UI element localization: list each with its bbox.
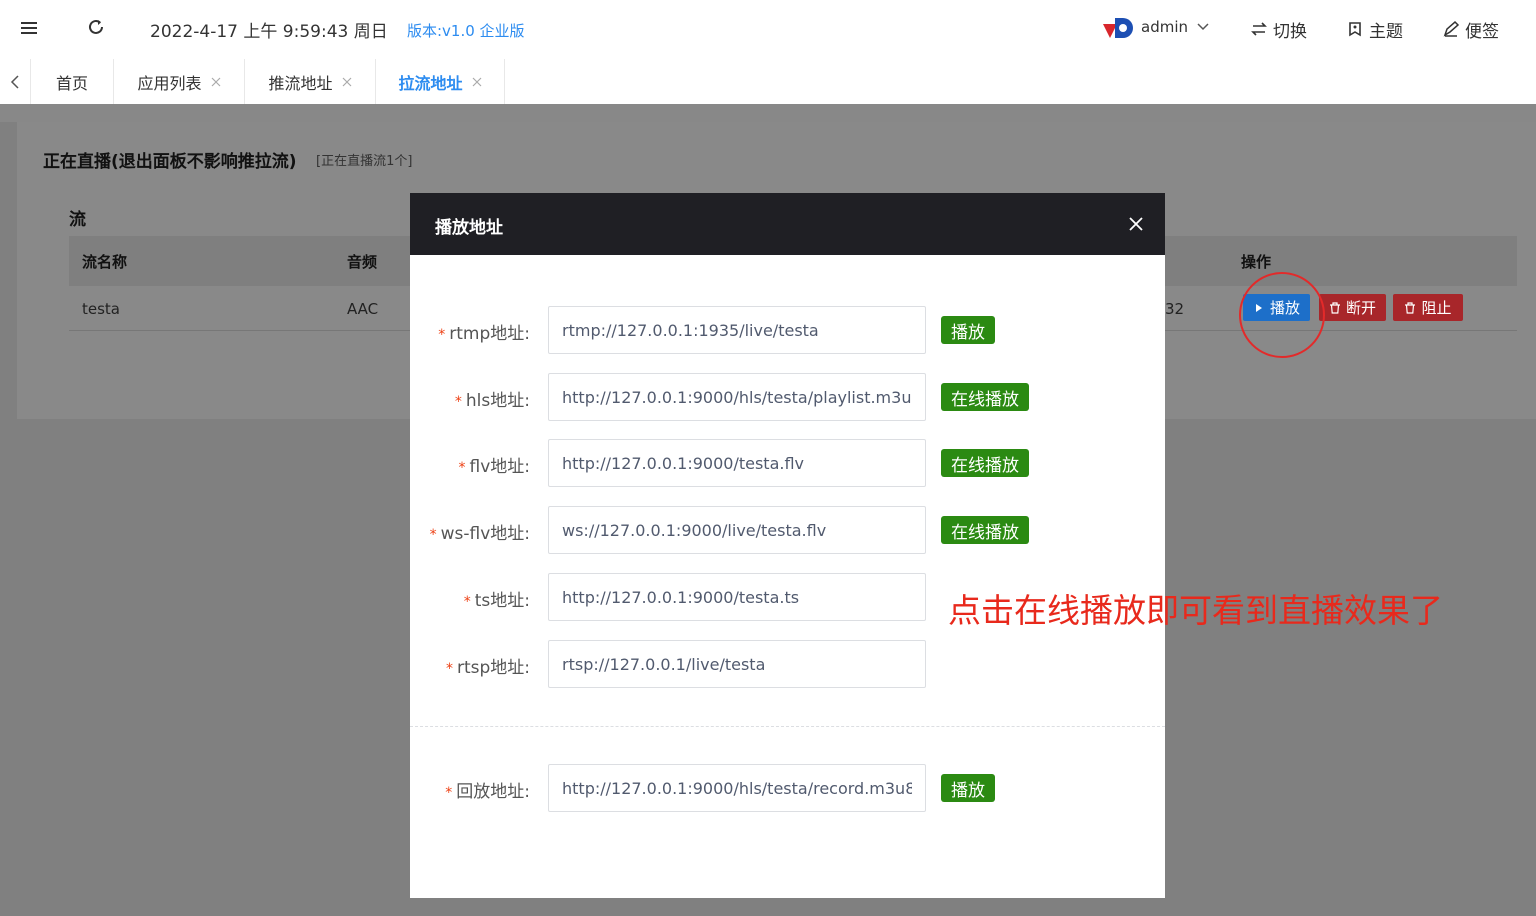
refresh-icon[interactable] xyxy=(86,17,106,37)
note-button[interactable]: 便签 xyxy=(1442,17,1499,42)
field-label: * ws-flv地址: xyxy=(429,524,530,544)
column-header-name: 流名称 xyxy=(82,253,128,271)
cell-stream-name: testa xyxy=(82,300,120,318)
ts-url-input[interactable] xyxy=(548,573,926,621)
hls-online-play-button[interactable]: 在线播放 xyxy=(941,383,1029,411)
block-button[interactable]: 阻止 xyxy=(1393,294,1463,321)
cell-audio: AAC xyxy=(347,300,379,318)
switch-icon xyxy=(1251,22,1267,36)
playback-play-button[interactable]: 播放 xyxy=(941,774,995,802)
flv-url-input[interactable] xyxy=(548,439,926,487)
playback-url-input[interactable] xyxy=(548,764,926,812)
tab-label: 推流地址 xyxy=(268,73,333,93)
annotation-text: 点击在线播放即可看到直播效果了 xyxy=(948,591,1443,630)
field-label: * hls地址: xyxy=(454,391,530,411)
field-label: * ts地址: xyxy=(463,591,530,611)
panel-title: 正在直播(退出面板不影响推拉流) xyxy=(43,152,297,172)
chevron-down-icon[interactable] xyxy=(1196,19,1210,33)
panel-subtitle: [正在直播流1个] xyxy=(316,154,413,169)
modal-title: 播放地址 xyxy=(435,218,503,238)
ws-flv-online-play-button[interactable]: 在线播放 xyxy=(941,516,1029,544)
rtsp-url-input[interactable] xyxy=(548,640,926,688)
rtmp-play-button[interactable]: 播放 xyxy=(941,316,995,344)
block-label: 阻止 xyxy=(1421,299,1452,317)
close-icon[interactable] xyxy=(1127,215,1145,233)
switch-button[interactable]: 切换 xyxy=(1250,17,1307,42)
menu-icon[interactable] xyxy=(20,19,38,37)
tab-pull-url[interactable]: 拉流地址 xyxy=(376,59,505,104)
field-label: * rtsp地址: xyxy=(445,658,530,678)
datetime: 2022-4-17 上午 9:59:43 周日 xyxy=(150,22,388,42)
modal-divider xyxy=(410,726,1165,727)
theme-icon xyxy=(1349,22,1361,37)
tab-app-list[interactable]: 应用列表 xyxy=(114,59,245,104)
note-icon xyxy=(1443,20,1460,37)
username[interactable]: admin xyxy=(1141,18,1188,36)
flv-online-play-button[interactable]: 在线播放 xyxy=(941,449,1029,477)
disconnect-button[interactable]: 断开 xyxy=(1319,294,1386,321)
hls-url-input[interactable] xyxy=(548,373,926,421)
close-icon[interactable] xyxy=(472,77,482,87)
version-label: 版本:v1.0 企业版 xyxy=(407,22,525,40)
tab-label: 应用列表 xyxy=(137,73,202,93)
trash-icon xyxy=(1405,301,1416,314)
tab-scroll-left[interactable] xyxy=(0,59,31,104)
top-bar: 2022-4-17 上午 9:59:43 周日 版本:v1.0 企业版 admi… xyxy=(0,0,1536,59)
page-background xyxy=(0,104,1536,122)
modal-header: 播放地址 xyxy=(410,193,1165,255)
field-label: * 回放地址: xyxy=(445,782,530,802)
trash-icon xyxy=(1329,301,1340,314)
close-icon[interactable] xyxy=(211,77,221,87)
disconnect-label: 断开 xyxy=(1345,299,1376,317)
tab-label: 首页 xyxy=(55,73,88,93)
column-header-audio: 音频 xyxy=(347,253,378,271)
logo-icon xyxy=(1103,18,1133,38)
cell-partial: 32 xyxy=(1165,300,1185,318)
switch-label: 切换 xyxy=(1273,21,1307,42)
close-icon[interactable] xyxy=(342,77,352,87)
highlight-circle xyxy=(1239,272,1325,358)
theme-button[interactable]: 主题 xyxy=(1346,17,1403,42)
tab-push-url[interactable]: 推流地址 xyxy=(245,59,376,104)
column-header-actions: 操作 xyxy=(1241,253,1272,271)
tab-home[interactable]: 首页 xyxy=(31,59,114,104)
note-label: 便签 xyxy=(1465,21,1499,42)
field-label: * rtmp地址: xyxy=(438,324,530,344)
play-url-modal: 播放地址 *rtmp地址: 播放 *hls地址: 在线播放 *flv地址: 在线… xyxy=(410,193,1165,898)
rtmp-url-input[interactable] xyxy=(548,306,926,354)
section-title: 流 xyxy=(69,210,86,230)
ws-flv-url-input[interactable] xyxy=(548,506,926,554)
field-label: * flv地址: xyxy=(458,457,531,477)
theme-label: 主题 xyxy=(1369,21,1403,42)
tab-bar: 首页 应用列表 推流地址 拉流地址 xyxy=(0,59,1536,104)
chevron-left-icon xyxy=(10,74,19,89)
tab-label: 拉流地址 xyxy=(398,73,463,93)
